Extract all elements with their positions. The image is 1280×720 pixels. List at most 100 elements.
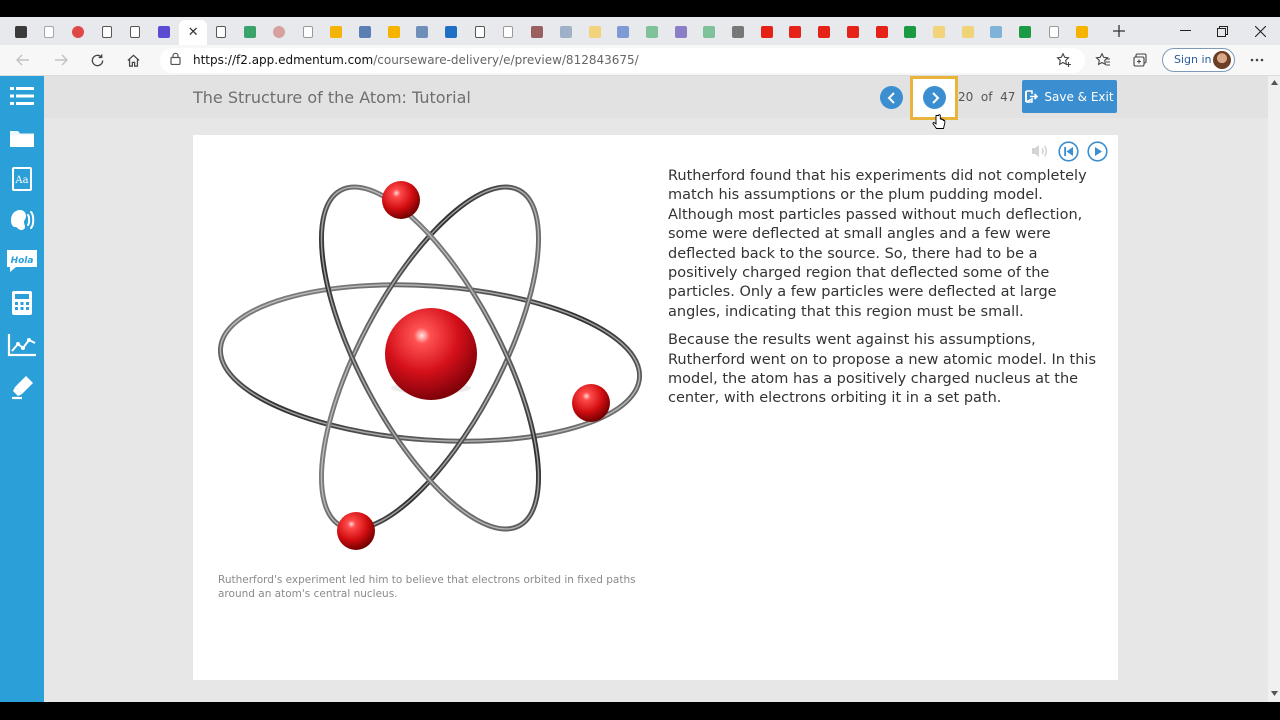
edge-icon bbox=[244, 26, 257, 38]
browser-tab[interactable] bbox=[36, 20, 63, 44]
browser-tab[interactable] bbox=[811, 20, 838, 44]
photos-icon bbox=[358, 26, 371, 38]
tool-sidebar: Aa Hola bbox=[0, 76, 44, 702]
url-domain: https://f2.app.edmentum.com bbox=[193, 53, 374, 67]
outlook-icon bbox=[445, 26, 457, 38]
home-icon[interactable] bbox=[122, 50, 144, 70]
browser-tab[interactable] bbox=[839, 20, 866, 44]
browser-tab[interactable] bbox=[925, 20, 952, 44]
sign-in-button[interactable]: Sign in bbox=[1162, 48, 1235, 72]
image-caption: Rutherford's experiment led him to belie… bbox=[218, 574, 636, 600]
browser-tab[interactable] bbox=[323, 20, 350, 44]
plus-icon bbox=[645, 26, 658, 38]
reload-icon[interactable] bbox=[86, 50, 108, 70]
browser-tab[interactable] bbox=[409, 20, 436, 44]
lesson-content: Rutherford's experiment led him to belie… bbox=[193, 135, 1118, 680]
dictionary-glyph: Aa bbox=[14, 175, 28, 186]
browser-tab[interactable] bbox=[696, 20, 723, 44]
doc-icon bbox=[130, 26, 141, 38]
close-tab-icon[interactable]: ✕ bbox=[188, 25, 199, 40]
browser-tab[interactable] bbox=[581, 20, 608, 44]
highlighter-icon[interactable] bbox=[4, 370, 40, 404]
more-icon[interactable] bbox=[1246, 50, 1268, 70]
browser-tab[interactable] bbox=[122, 20, 149, 44]
youtube-icon bbox=[875, 26, 888, 38]
new-tab-icon[interactable] bbox=[1099, 20, 1139, 42]
plus-icon bbox=[904, 26, 917, 38]
address-bar[interactable]: https://f2.app.edmentum.com/courseware-d… bbox=[160, 48, 1085, 73]
plus-icon bbox=[1019, 26, 1031, 38]
drive-icon bbox=[1076, 26, 1089, 38]
browser-tab[interactable] bbox=[1040, 20, 1067, 44]
browser-tab[interactable] bbox=[983, 20, 1010, 44]
browser-tab[interactable] bbox=[7, 20, 34, 44]
forward-arrow-icon[interactable] bbox=[50, 50, 72, 70]
restore-icon[interactable] bbox=[1202, 20, 1242, 42]
browser-tab[interactable] bbox=[294, 20, 321, 44]
next-page-button[interactable] bbox=[923, 86, 946, 109]
slides-icon bbox=[588, 26, 601, 38]
browser-toolbar: https://f2.app.edmentum.com/courseware-d… bbox=[0, 45, 1280, 76]
page-scrollbar[interactable] bbox=[1268, 76, 1280, 702]
browser-tab[interactable] bbox=[610, 20, 637, 44]
browser-tab[interactable] bbox=[782, 20, 809, 44]
chevron-right-icon bbox=[931, 91, 939, 104]
calculator-icon[interactable] bbox=[4, 286, 40, 320]
browser-tab[interactable] bbox=[897, 20, 924, 44]
browser-tab[interactable] bbox=[64, 20, 91, 44]
avatar bbox=[1213, 51, 1231, 69]
lock-icon[interactable] bbox=[170, 52, 181, 68]
browser-tab[interactable] bbox=[667, 20, 694, 44]
slides-icon bbox=[387, 26, 400, 38]
browser-tab[interactable] bbox=[380, 20, 407, 44]
browser-tab[interactable] bbox=[868, 20, 895, 44]
browser-tab[interactable] bbox=[1012, 20, 1039, 44]
browser-tab[interactable] bbox=[466, 20, 493, 44]
back-arrow-icon[interactable] bbox=[12, 50, 34, 70]
youtube-icon bbox=[846, 26, 859, 38]
save-exit-button[interactable]: Save & Exit bbox=[1022, 80, 1117, 113]
electron bbox=[572, 384, 610, 422]
browser-tab[interactable] bbox=[237, 20, 264, 44]
translate-icon[interactable]: Hola bbox=[4, 244, 40, 278]
browser-tab[interactable] bbox=[208, 20, 235, 44]
chevron-left-icon bbox=[887, 91, 895, 104]
browser-tab[interactable] bbox=[524, 20, 551, 44]
active-tab[interactable]: ✕ bbox=[179, 20, 208, 45]
plus-icon bbox=[703, 26, 716, 38]
browser-tab[interactable] bbox=[351, 20, 378, 44]
drive-icon bbox=[559, 26, 572, 38]
close-window-icon[interactable] bbox=[1240, 20, 1280, 42]
c-icon bbox=[158, 26, 170, 38]
browser-tab[interactable] bbox=[151, 20, 178, 44]
browser-tab[interactable] bbox=[954, 20, 981, 44]
url-text[interactable]: https://f2.app.edmentum.com/courseware-d… bbox=[193, 53, 639, 67]
browser-tab[interactable] bbox=[495, 20, 522, 44]
graph-icon[interactable] bbox=[4, 328, 40, 362]
previous-page-button[interactable] bbox=[880, 86, 903, 109]
restart-audio-button[interactable] bbox=[1058, 141, 1079, 162]
minimize-icon[interactable] bbox=[1165, 20, 1205, 42]
folder-icon[interactable] bbox=[4, 121, 40, 155]
browser-tab[interactable] bbox=[753, 20, 780, 44]
browser-tab[interactable] bbox=[93, 20, 120, 44]
browser-tab[interactable] bbox=[265, 20, 292, 44]
doc-icon bbox=[101, 26, 112, 38]
browser-tab[interactable] bbox=[638, 20, 665, 44]
sign-in-label: Sign in bbox=[1174, 53, 1212, 66]
browser-tab[interactable] bbox=[725, 20, 752, 44]
add-favorite-icon[interactable] bbox=[1053, 50, 1075, 70]
text-to-speech-icon[interactable] bbox=[4, 203, 40, 237]
dictionary-icon[interactable]: Aa bbox=[4, 162, 40, 196]
speaker-icon[interactable] bbox=[1029, 141, 1049, 161]
browser-tab[interactable] bbox=[438, 20, 465, 44]
browser-tab[interactable] bbox=[1069, 20, 1096, 44]
new-icon bbox=[272, 26, 285, 38]
collections-icon[interactable] bbox=[1129, 50, 1151, 70]
favorites-icon[interactable] bbox=[1092, 50, 1114, 70]
table-of-contents-icon[interactable] bbox=[4, 79, 40, 113]
window-icon bbox=[14, 26, 27, 38]
play-audio-button[interactable] bbox=[1087, 141, 1108, 162]
slides-icon bbox=[961, 26, 974, 38]
browser-tab[interactable] bbox=[552, 20, 579, 44]
